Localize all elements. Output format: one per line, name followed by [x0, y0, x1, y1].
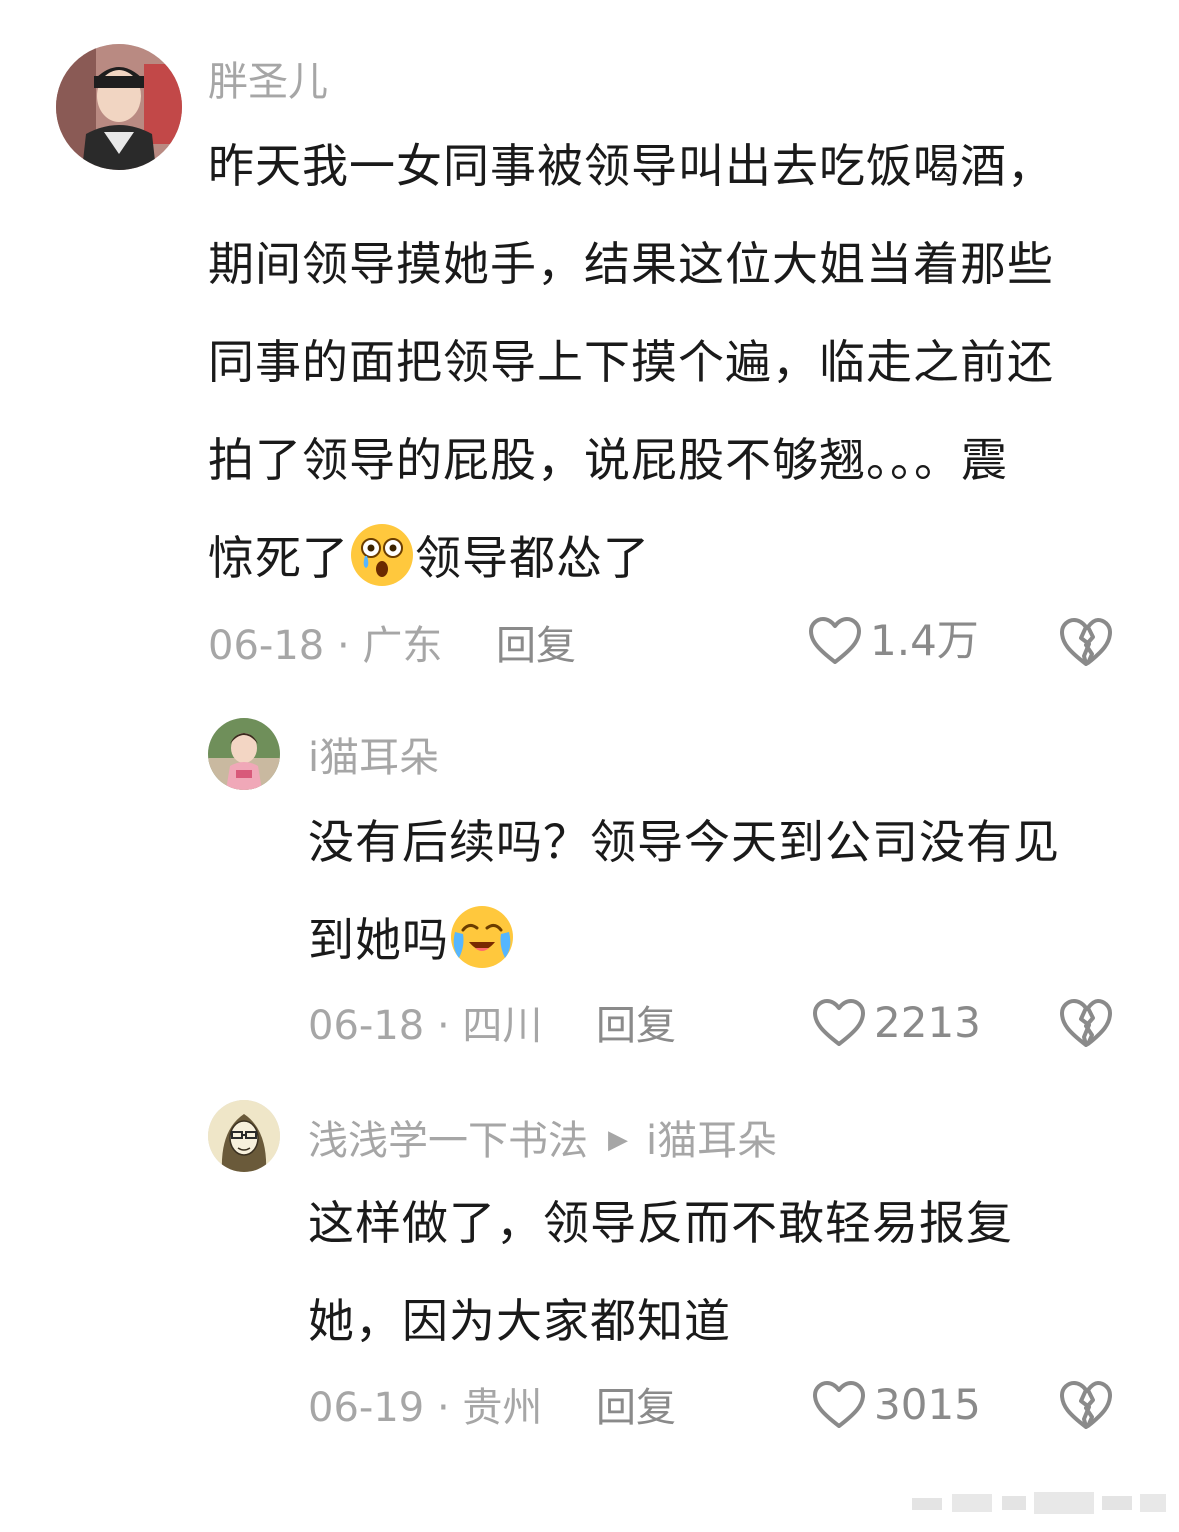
separator: ·: [324, 623, 363, 669]
heart-icon: [809, 617, 861, 664]
comment-date: 06-18: [308, 1003, 425, 1049]
comment-text-part: 领导都怂了: [415, 531, 650, 585]
astonished-face-icon: [351, 524, 413, 586]
heart-icon: [813, 1381, 865, 1428]
like-count: 3015: [874, 1380, 981, 1429]
like-button[interactable]: 3015: [812, 1380, 981, 1430]
comment-line: 同事的面把领导上下摸个遍，临走之前还: [208, 335, 1054, 389]
crying-face-icon: [451, 906, 513, 968]
avatar-boy-icon: [56, 44, 182, 170]
broken-heart-icon[interactable]: [1059, 1379, 1113, 1431]
comment-location: 广东: [362, 623, 443, 669]
username[interactable]: 胖圣儿: [208, 58, 328, 106]
like-button[interactable]: 2213: [812, 998, 981, 1048]
reply-arrow-icon: ▶: [608, 1125, 628, 1155]
like-count: 2213: [874, 998, 981, 1047]
watermark-icon: [912, 1492, 1166, 1514]
avatar-child-icon: [208, 718, 280, 790]
like-count: 1.4万: [870, 616, 979, 665]
comment-line: 拍了领导的屁股，说屁股不够翘。。。震: [208, 433, 1008, 487]
comment-line: 没有后续吗？领导今天到公司没有见: [308, 815, 1060, 869]
username: 浅浅学一下书法 ▶ i猫耳朵: [308, 1116, 777, 1165]
username[interactable]: i猫耳朵: [308, 734, 439, 782]
avatar[interactable]: [56, 44, 182, 170]
comment-meta: 06-19 · 贵州: [308, 1384, 542, 1432]
comment-line: 期间领导摸她手，结果这位大姐当着那些: [208, 237, 1054, 291]
avatar[interactable]: [208, 1100, 280, 1172]
comment-location: 贵州: [462, 1385, 543, 1431]
comment-line: 到她吗: [308, 891, 1128, 989]
reply-button[interactable]: 回复: [496, 622, 576, 670]
comment-text: 昨天我一女同事被领导叫出去吃饭喝酒， 期间领导摸她手，结果这位大姐当着那些 同事…: [208, 117, 1128, 607]
comment-line: 昨天我一女同事被领导叫出去吃饭喝酒，: [208, 139, 1054, 193]
comment-line: 惊死了 领导都怂了: [208, 509, 1128, 607]
comment-date: 06-18: [208, 623, 325, 669]
reply-button[interactable]: 回复: [596, 1002, 676, 1050]
broken-heart-icon[interactable]: [1059, 997, 1113, 1049]
comment-text: 没有后续吗？领导今天到公司没有见 到她吗: [308, 793, 1128, 989]
separator: ·: [424, 1003, 463, 1049]
comment-line: 她，因为大家都知道: [308, 1294, 731, 1348]
like-button[interactable]: 1.4万: [808, 616, 979, 666]
comment-text-part: 到她吗: [308, 913, 449, 967]
username-reply-to[interactable]: i猫耳朵: [646, 1118, 777, 1164]
avatar-sketch-icon: [208, 1100, 280, 1172]
comment-meta: 06-18 · 广东: [208, 622, 442, 670]
username-author[interactable]: 浅浅学一下书法: [308, 1118, 588, 1164]
heart-icon: [813, 999, 865, 1046]
avatar[interactable]: [208, 718, 280, 790]
reply-button[interactable]: 回复: [596, 1384, 676, 1432]
comment-text-part: 惊死了: [208, 531, 349, 585]
comment-date: 06-19: [308, 1385, 425, 1431]
separator: ·: [424, 1385, 463, 1431]
broken-heart-icon[interactable]: [1059, 616, 1113, 668]
comment-location: 四川: [462, 1003, 543, 1049]
comment-line: 这样做了，领导反而不敢轻易报复: [308, 1196, 1013, 1250]
comment-meta: 06-18 · 四川: [308, 1002, 542, 1050]
comment-text: 这样做了，领导反而不敢轻易报复 她，因为大家都知道: [308, 1174, 1128, 1370]
